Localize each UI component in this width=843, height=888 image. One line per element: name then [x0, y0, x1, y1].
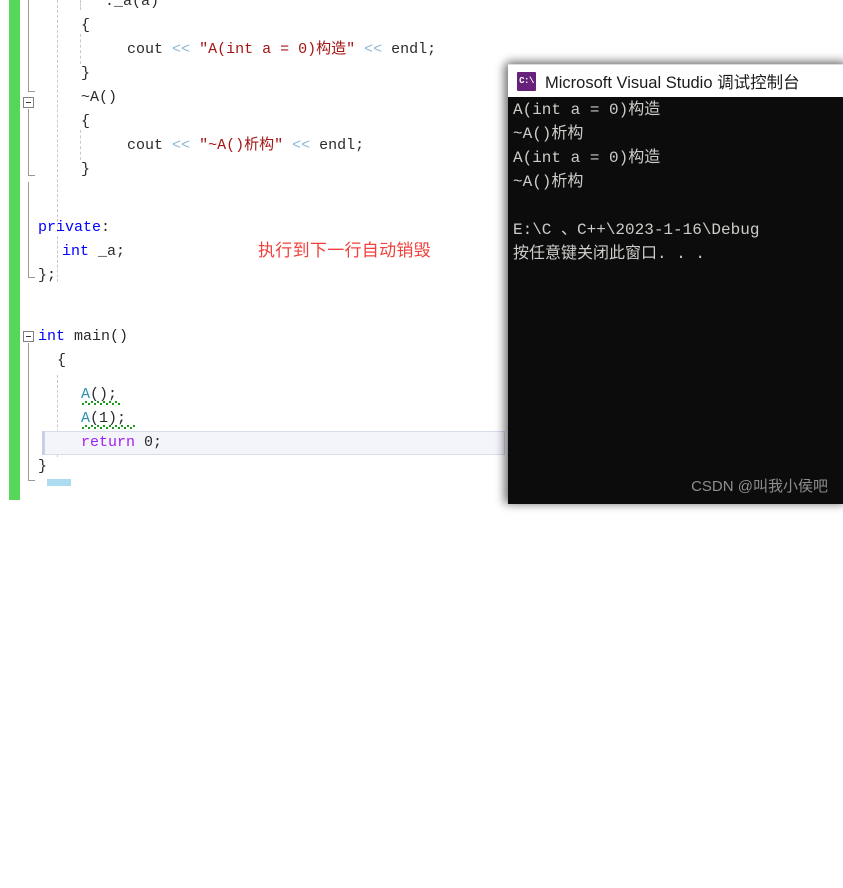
console-output-text: A(int a = 0)构造 ~A()析构 A(int a = 0)构造 ~A(…	[513, 101, 760, 263]
token-cout: cout	[127, 41, 164, 58]
console-output-area[interactable]: A(int a = 0)构造 ~A()析构 A(int a = 0)构造 ~A(…	[508, 97, 843, 504]
console-title-text: Microsoft Visual Studio 调试控制台	[545, 74, 800, 92]
token-shift-left-2: <<	[364, 41, 383, 58]
code-line-brace-close-2[interactable]: }	[81, 158, 90, 182]
token-brace-open-2: {	[81, 113, 91, 130]
code-line-ctor-init[interactable]: :_a(a)	[105, 0, 159, 14]
token-space-7	[283, 137, 292, 154]
token-space-8	[310, 137, 319, 154]
token-class-end: };	[38, 267, 57, 284]
csdn-watermark: CSDN @叫我小侯吧	[691, 478, 828, 495]
code-line-member-a[interactable]: int _a;	[62, 240, 125, 264]
token-endl-2: endl	[319, 137, 356, 154]
token-string-ctor: "A(int a = 0)构造"	[199, 41, 356, 58]
code-line-return[interactable]: return 0;	[81, 431, 162, 455]
token-colon: :	[101, 219, 111, 236]
code-line-main-brace-close[interactable]: }	[38, 455, 47, 479]
annotation-text: 执行到下一行自动销毁	[258, 241, 431, 261]
code-line-private[interactable]: private:	[38, 216, 110, 240]
token-shift-left-3: <<	[172, 137, 191, 154]
code-line-brace-close-1[interactable]: }	[81, 62, 90, 86]
token-dtor-decl: ~A()	[81, 89, 118, 106]
token-space-1	[163, 41, 172, 58]
token-space-2	[190, 41, 199, 58]
token-space-5	[163, 137, 172, 154]
code-line-dtor-decl[interactable]: ~A()	[81, 86, 117, 110]
token-private-keyword: private	[38, 219, 102, 236]
code-line-main-decl[interactable]: int main()	[38, 325, 128, 349]
token-int-keyword-main: int	[38, 328, 66, 345]
token-return-value: 0;	[135, 434, 163, 451]
warning-squiggle-a-void	[81, 401, 121, 405]
debug-console-window[interactable]: C:\ Microsoft Visual Studio 调试控制台 A(int …	[508, 64, 843, 504]
token-int-keyword: int	[62, 243, 90, 260]
token-string-dtor: "~A()析构"	[199, 137, 284, 154]
token-cout-2: cout	[127, 137, 164, 154]
token-brace-open-3: {	[57, 352, 67, 369]
token-shift-left-4: <<	[292, 137, 311, 154]
token-semicolon-2: ;	[355, 137, 365, 154]
code-line-cout-ctor[interactable]: cout << "A(int a = 0)构造" << endl;	[127, 38, 436, 62]
console-icon-glyph: C:\	[519, 75, 534, 86]
code-line-class-end[interactable]: };	[38, 264, 56, 288]
token-endl-1: endl	[391, 41, 428, 58]
token-return-keyword: return	[81, 434, 136, 451]
console-window-icon: C:\	[517, 71, 536, 91]
code-line-brace-open-2[interactable]: {	[81, 110, 90, 134]
console-title-bar[interactable]: C:\ Microsoft Visual Studio 调试控制台	[508, 64, 843, 97]
token-space-3	[355, 41, 364, 58]
token-brace-close-3: }	[38, 458, 48, 475]
token-brace-close-2: }	[81, 161, 91, 178]
token-brace-close: }	[81, 65, 91, 82]
code-line-brace-open-1[interactable]: {	[81, 14, 90, 38]
warning-squiggle-a-one	[81, 425, 135, 429]
token-space-4	[382, 41, 391, 58]
token-brace-open: {	[81, 17, 91, 34]
token-semicolon-1: ;	[427, 41, 437, 58]
token-ctor-init: :_a(a)	[105, 0, 160, 10]
code-line-main-brace-open[interactable]: {	[57, 349, 66, 373]
code-line-cout-dtor[interactable]: cout << "~A()析构" << endl;	[127, 134, 364, 158]
token-member-a: _a;	[89, 243, 126, 260]
token-space-6	[190, 137, 199, 154]
token-main-decl: main()	[65, 328, 129, 345]
token-shift-left-1: <<	[172, 41, 191, 58]
